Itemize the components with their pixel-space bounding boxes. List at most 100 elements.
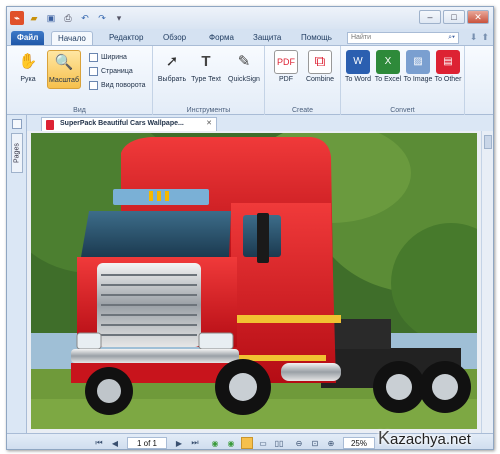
pdf-icon: PDF <box>274 50 298 74</box>
quicksign-label: QuickSign <box>228 76 260 83</box>
zoom-button[interactable]: 🔍 Масштаб <box>47 50 81 89</box>
fit-icon[interactable]: ⊡ <box>309 437 321 449</box>
document-tab-title: SuperPack Beautiful Cars Wallpape... <box>60 120 184 127</box>
last-page-icon[interactable]: ⏭ <box>189 437 201 449</box>
hand-icon: ✋ <box>18 53 38 70</box>
ribbon-tabs: Файл Начало Редактор Обзор Форма Защита … <box>7 29 493 45</box>
forward-icon[interactable]: ◉ <box>225 437 237 449</box>
watermark-k-glyph: K <box>378 428 391 448</box>
fit-width-label: Ширина <box>101 54 127 61</box>
tab-form[interactable]: Форма <box>203 31 240 45</box>
to-excel-label: To Excel <box>374 76 402 83</box>
zoom-out-icon[interactable]: ⊖ <box>293 437 305 449</box>
quicksign-button[interactable]: ✎ QuickSign <box>225 50 263 84</box>
nav-up-icon[interactable]: ⬆ <box>481 32 489 43</box>
tab-editor[interactable]: Редактор <box>103 31 149 45</box>
search-placeholder: Найти <box>351 34 371 41</box>
scroll-thumb[interactable] <box>484 135 492 149</box>
type-text-label: Type Text <box>191 76 221 83</box>
to-other-button[interactable]: ▤ To Other <box>433 50 463 84</box>
other-icon: ▤ <box>436 50 460 74</box>
undo-icon[interactable]: ↶ <box>78 11 92 25</box>
vertical-scrollbar[interactable] <box>481 131 493 433</box>
select-arrow-icon: ➚ <box>165 53 179 70</box>
to-image-label: To Image <box>403 76 433 83</box>
next-page-icon[interactable]: ▶ <box>173 437 185 449</box>
app-window: ⌁ ▰ ▣ ⎙ ↶ ↷ ▾ – □ ✕ Файл Начало Редактор… <box>6 6 494 450</box>
tab-home[interactable]: Начало <box>51 31 93 45</box>
ribbon: ✋ Рука 🔍 Масштаб Ширина Страница Вид пов… <box>7 45 493 116</box>
search-icon[interactable]: ⌕▾ <box>448 34 455 42</box>
close-button[interactable]: ✕ <box>467 10 489 24</box>
lock-panel-icon[interactable] <box>12 119 22 129</box>
zoom-label: Масштаб <box>49 77 79 84</box>
select-button[interactable]: ➚ Выбрать <box>155 50 189 84</box>
type-text-button[interactable]: T Type Text <box>189 50 223 84</box>
group-tools-label: Инструменты <box>186 107 231 114</box>
save-icon[interactable]: ▣ <box>44 11 58 25</box>
fit-page-icon <box>89 67 98 76</box>
tab-review[interactable]: Обзор <box>157 31 192 45</box>
group-convert-label: Convert <box>390 107 415 114</box>
single-page-icon[interactable] <box>241 437 253 449</box>
group-convert: W To Word X To Excel ▨ To Image ▤ To Oth… <box>341 46 465 116</box>
to-word-label: To Word <box>345 76 371 83</box>
nav-down-icon[interactable]: ⬇ <box>470 32 478 43</box>
create-pdf-button[interactable]: PDF PDF <box>269 50 303 84</box>
tab-file[interactable]: Файл <box>11 31 45 45</box>
rotate-view-icon <box>89 81 98 90</box>
pdf-file-icon <box>46 120 54 130</box>
rotate-view-button[interactable]: Вид поворота <box>89 80 145 91</box>
to-excel-button[interactable]: X To Excel <box>373 50 403 84</box>
zoom-in-icon[interactable]: ⊕ <box>325 437 337 449</box>
fit-width-button[interactable]: Ширина <box>89 52 127 63</box>
page-number-field[interactable]: 1 of 1 <box>127 437 167 449</box>
side-panel: Pages <box>7 115 27 433</box>
to-word-button[interactable]: W To Word <box>343 50 373 84</box>
quicksign-icon: ✎ <box>237 53 251 70</box>
document-tab[interactable]: SuperPack Beautiful Cars Wallpape... ✕ <box>41 117 217 131</box>
customize-icon[interactable]: ▾ <box>112 11 126 25</box>
to-other-label: To Other <box>434 76 462 83</box>
rotate-view-label: Вид поворота <box>101 82 146 89</box>
title-bar: ⌁ ▰ ▣ ⎙ ↶ ↷ ▾ – □ ✕ <box>7 7 493 29</box>
continuous-icon[interactable]: ▭ <box>257 437 269 449</box>
excel-icon: X <box>376 50 400 74</box>
truck-photo <box>31 133 477 429</box>
combine-button[interactable]: ⧉ Combine <box>303 50 337 84</box>
tab-help[interactable]: Помощь <box>295 31 338 45</box>
pages-panel-tab[interactable]: Pages <box>11 133 23 173</box>
first-page-icon[interactable]: ⏮ <box>93 437 105 449</box>
word-icon: W <box>346 50 370 74</box>
group-create-label: Create <box>291 107 313 114</box>
create-pdf-label: PDF <box>279 76 293 83</box>
hand-button[interactable]: ✋ Рука <box>11 50 45 84</box>
fit-page-button[interactable]: Страница <box>89 66 133 77</box>
group-view: ✋ Рука 🔍 Масштаб Ширина Страница Вид пов… <box>7 46 153 116</box>
document-tabs: SuperPack Beautiful Cars Wallpape... ✕ <box>27 115 493 131</box>
fit-width-icon <box>89 53 98 62</box>
open-icon[interactable]: ▰ <box>27 11 41 25</box>
to-image-button[interactable]: ▨ To Image <box>403 50 433 84</box>
prev-page-icon[interactable]: ◀ <box>109 437 121 449</box>
type-text-icon: T <box>201 53 211 70</box>
tab-protect[interactable]: Защита <box>247 31 287 45</box>
image-icon: ▨ <box>406 50 430 74</box>
watermark-text: azachya.net <box>390 431 471 448</box>
select-label: Выбрать <box>157 76 187 83</box>
back-icon[interactable]: ◉ <box>209 437 221 449</box>
search-input[interactable]: Найти ⌕▾ <box>347 32 459 44</box>
watermark: Kazachya.net <box>378 428 471 449</box>
print-icon[interactable]: ⎙ <box>61 11 75 25</box>
redo-icon[interactable]: ↷ <box>95 11 109 25</box>
facing-icon[interactable]: ▯▯ <box>273 437 285 449</box>
group-view-label: Вид <box>73 107 86 114</box>
maximize-button[interactable]: □ <box>443 10 465 24</box>
zoom-level-field[interactable]: 25% <box>343 437 375 449</box>
group-create: PDF PDF ⧉ Combine Create <box>265 46 341 116</box>
minimize-button[interactable]: – <box>419 10 441 24</box>
fit-page-label: Страница <box>101 68 133 75</box>
hand-label: Рука <box>20 76 36 83</box>
app-logo-icon[interactable]: ⌁ <box>10 11 24 25</box>
close-tab-icon[interactable]: ✕ <box>206 119 212 127</box>
